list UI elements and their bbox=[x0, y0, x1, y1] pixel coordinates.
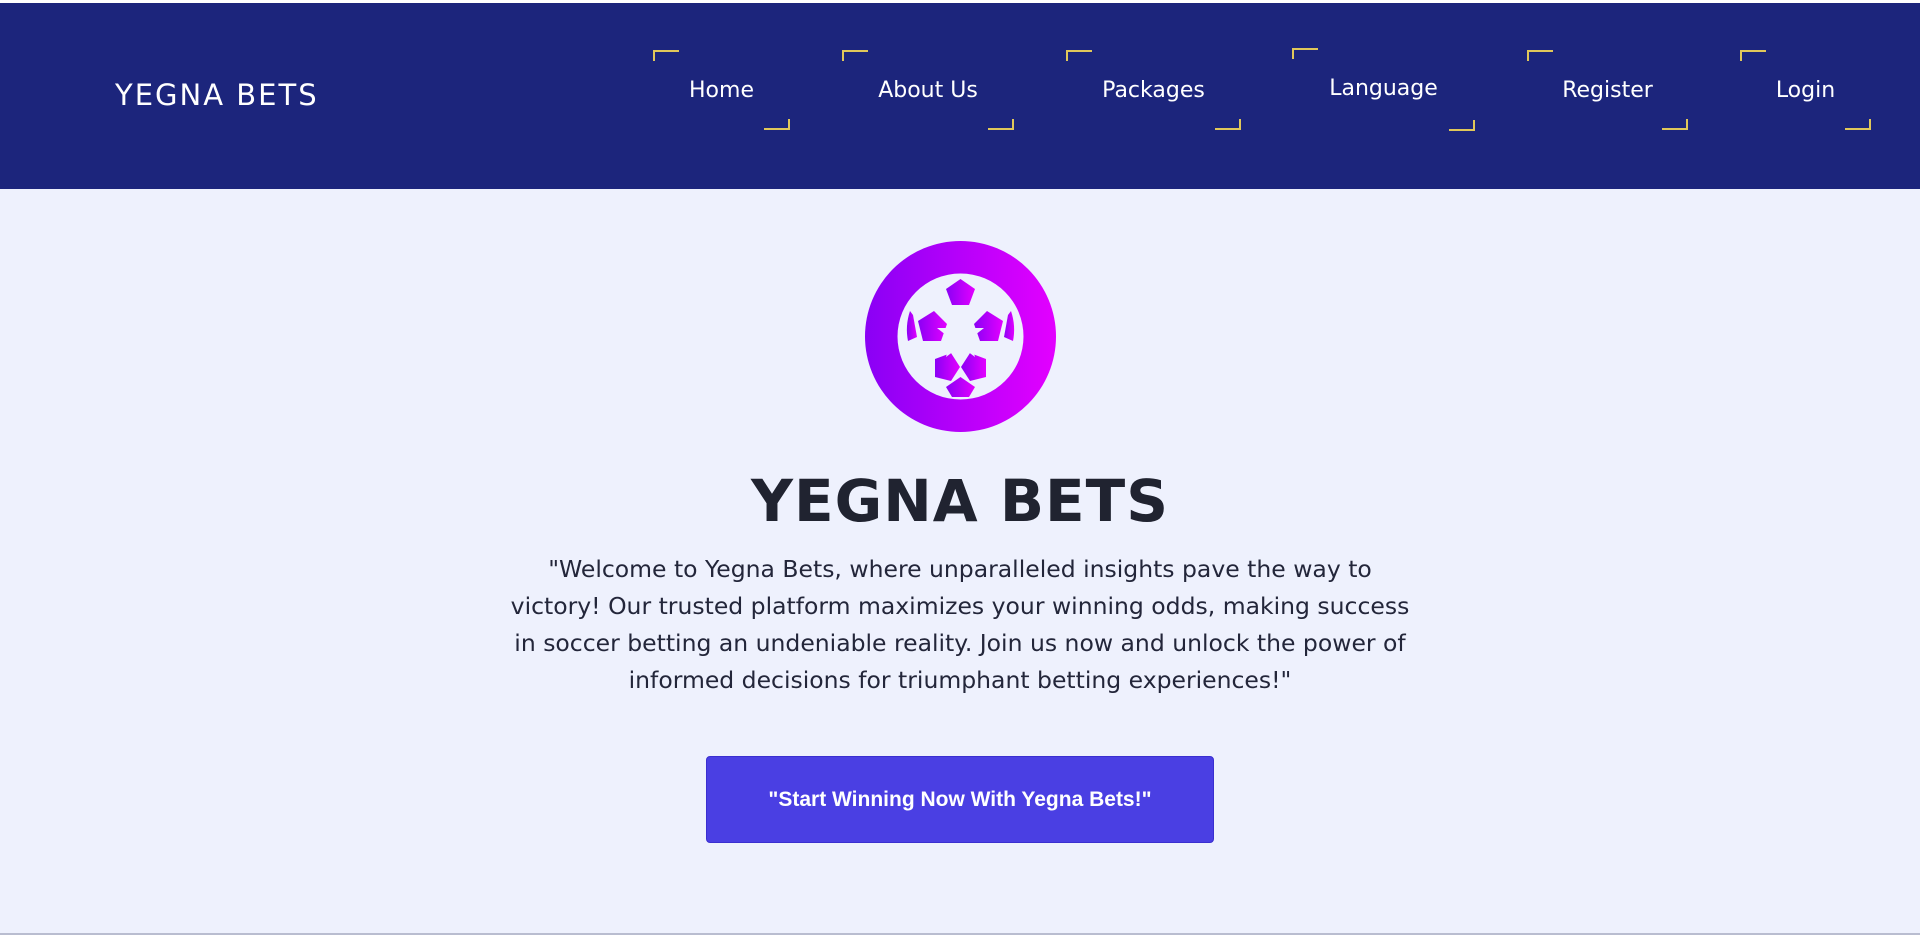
navbar: YEGNA BETS Home About Us Packages Langua… bbox=[0, 3, 1920, 189]
corner-top-left-decoration bbox=[842, 50, 868, 61]
nav-login[interactable]: Login bbox=[1740, 50, 1871, 130]
corner-bottom-right-decoration bbox=[1845, 119, 1871, 130]
corner-top-left-decoration bbox=[1066, 50, 1092, 61]
corner-bottom-right-decoration bbox=[1662, 119, 1688, 130]
nav-packages-label: Packages bbox=[1102, 78, 1205, 103]
corner-top-left-decoration bbox=[653, 50, 679, 61]
corner-bottom-right-decoration bbox=[988, 119, 1014, 130]
nav-register-label: Register bbox=[1562, 78, 1653, 103]
brand-logo-text[interactable]: YEGNA BETS bbox=[115, 78, 319, 112]
corner-top-left-decoration bbox=[1292, 48, 1318, 59]
welcome-text: "Welcome to Yegna Bets, where unparallel… bbox=[510, 555, 1410, 694]
nav-language-label: Language bbox=[1329, 76, 1438, 101]
nav-about-us-label: About Us bbox=[878, 78, 978, 103]
nav-login-label: Login bbox=[1775, 78, 1836, 103]
soccer-ball-icon bbox=[865, 241, 1056, 432]
corner-bottom-right-decoration bbox=[1215, 119, 1241, 130]
nav-register[interactable]: Register bbox=[1527, 50, 1688, 130]
corner-top-left-decoration bbox=[1740, 50, 1766, 61]
nav-home[interactable]: Home bbox=[653, 50, 790, 130]
corner-top-left-decoration bbox=[1527, 50, 1553, 61]
nav-language[interactable]: Language bbox=[1292, 48, 1475, 131]
nav-packages[interactable]: Packages bbox=[1066, 50, 1241, 130]
corner-bottom-right-decoration bbox=[764, 119, 790, 130]
start-winning-button[interactable]: "Start Winning Now With Yegna Bets!" bbox=[706, 756, 1214, 843]
page-title: YEGNA BETS bbox=[750, 467, 1169, 535]
nav-about-us[interactable]: About Us bbox=[842, 50, 1014, 130]
corner-bottom-right-decoration bbox=[1449, 120, 1475, 131]
nav-home-label: Home bbox=[689, 78, 754, 103]
